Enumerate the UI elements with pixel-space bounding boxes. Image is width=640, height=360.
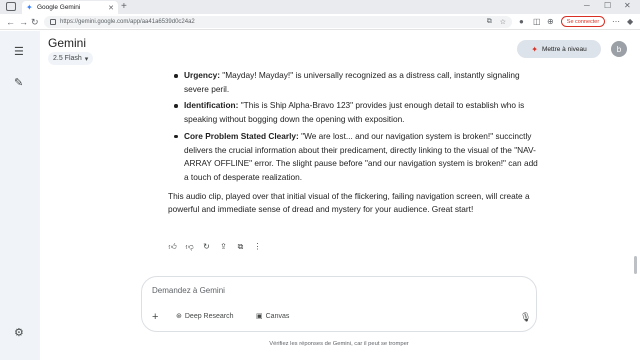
bullet-term: Core Problem Stated Clearly: bbox=[184, 130, 299, 141]
disclaimer-text: Vérifiez les réponses de Gemini, car il … bbox=[269, 341, 409, 347]
app-title[interactable]: Gemini bbox=[48, 36, 86, 50]
split-screen-icon[interactable]: ◫ bbox=[533, 16, 541, 28]
deep-research-icon: ⊛ bbox=[176, 313, 182, 320]
copilot-icon[interactable]: ◆ bbox=[627, 16, 633, 28]
bullet-term: Urgency: bbox=[184, 70, 220, 80]
new-chat-icon[interactable]: ✎ bbox=[14, 76, 23, 89]
upgrade-label: Mettre à niveau bbox=[541, 45, 587, 53]
avatar[interactable]: b bbox=[611, 41, 627, 57]
browser-tab-bar: ✦ Google Gemini ✕ + ─ ☐ ✕ bbox=[0, 0, 640, 14]
thumbs-down-icon[interactable]: 👎︎ bbox=[185, 242, 194, 252]
back-icon[interactable]: ← bbox=[6, 16, 15, 28]
chevron-down-icon: ▾ bbox=[84, 55, 89, 63]
canvas-icon: ▣ bbox=[256, 313, 263, 320]
reload-icon[interactable]: ↻ bbox=[31, 16, 39, 28]
collections-icon[interactable]: ⊕ bbox=[547, 16, 554, 28]
browser-tab[interactable]: ✦ Google Gemini ✕ bbox=[22, 1, 118, 14]
more-options-icon[interactable]: ⋮ bbox=[253, 242, 262, 252]
model-label: 2.5 Flash bbox=[53, 55, 82, 62]
canvas-button[interactable]: ▣ Canvas bbox=[256, 312, 290, 321]
forward-icon[interactable]: → bbox=[19, 16, 28, 28]
extension-icon[interactable]: ● bbox=[519, 16, 524, 28]
list-item: Core Problem Stated Clearly: "We are los… bbox=[168, 130, 540, 185]
microphone-icon[interactable]: 🎙︎ bbox=[520, 312, 531, 323]
response-paragraph: This audio clip, played over that initia… bbox=[168, 190, 530, 215]
response-content: Urgency: "Mayday! Mayday!" is universall… bbox=[168, 69, 540, 217]
model-selector[interactable]: 2.5 Flash ▾ bbox=[48, 52, 94, 65]
list-item: Urgency: "Mayday! Mayday!" is universall… bbox=[168, 69, 540, 96]
new-tab-icon[interactable]: + bbox=[121, 1, 127, 12]
close-tab-icon[interactable]: ✕ bbox=[108, 4, 114, 12]
tab-title: Google Gemini bbox=[37, 4, 81, 11]
prompt-composer: + ⊛ Deep Research ▣ Canvas 🎙︎ bbox=[141, 276, 537, 332]
response-actions: 👍︎ 👎︎ ↻ ⇪ ⧉ ⋮ bbox=[168, 242, 262, 252]
regenerate-icon[interactable]: ↻ bbox=[202, 242, 211, 252]
deep-research-button[interactable]: ⊛ Deep Research bbox=[176, 312, 234, 321]
gemini-favicon-icon: ✦ bbox=[26, 3, 33, 12]
prompt-input[interactable] bbox=[152, 286, 452, 295]
add-files-icon[interactable]: + bbox=[152, 311, 158, 323]
translate-icon[interactable]: ⧉ bbox=[487, 18, 492, 26]
scrollbar-thumb[interactable] bbox=[634, 256, 637, 274]
tab-actions-icon[interactable] bbox=[6, 2, 16, 11]
sign-in-label: Se connecter bbox=[566, 18, 600, 25]
url-text[interactable]: https://gemini.google.com/app/aa41a6539d… bbox=[60, 19, 479, 25]
menu-icon[interactable]: ☰ bbox=[14, 45, 24, 58]
sidebar: ☰ ✎ ⚙ bbox=[0, 31, 40, 360]
browser-menu-icon[interactable]: ⋯ bbox=[612, 16, 620, 28]
list-item: Identification: "This is Ship Alpha-Brav… bbox=[168, 99, 540, 126]
upgrade-button[interactable]: ✦ Mettre à niveau bbox=[517, 40, 601, 58]
maximize-icon[interactable]: ☐ bbox=[604, 1, 611, 10]
canvas-label: Canvas bbox=[265, 312, 290, 320]
minimize-icon[interactable]: ─ bbox=[584, 1, 590, 10]
deep-research-label: Deep Research bbox=[184, 312, 234, 320]
share-icon[interactable]: ⇪ bbox=[219, 242, 228, 252]
site-info-icon[interactable] bbox=[50, 19, 56, 25]
address-bar[interactable]: https://gemini.google.com/app/aa41a6539d… bbox=[44, 16, 512, 28]
response-bullet-list: Urgency: "Mayday! Mayday!" is universall… bbox=[168, 69, 540, 185]
settings-gear-icon[interactable]: ⚙ bbox=[14, 326, 24, 339]
bullet-term: Identification: bbox=[184, 100, 239, 111]
sign-in-button[interactable]: Se connecter bbox=[561, 16, 605, 27]
bookmark-star-icon[interactable]: ☆ bbox=[500, 18, 506, 26]
sparkle-icon: ✦ bbox=[531, 44, 538, 54]
copy-icon[interactable]: ⧉ bbox=[236, 242, 245, 252]
browser-toolbar: ← → ↻ https://gemini.google.com/app/aa41… bbox=[0, 14, 640, 30]
thumbs-up-icon[interactable]: 👍︎ bbox=[168, 242, 177, 252]
bullet-text: "Mayday! Mayday!" is universally recogni… bbox=[184, 70, 520, 94]
close-window-icon[interactable]: ✕ bbox=[624, 1, 631, 10]
